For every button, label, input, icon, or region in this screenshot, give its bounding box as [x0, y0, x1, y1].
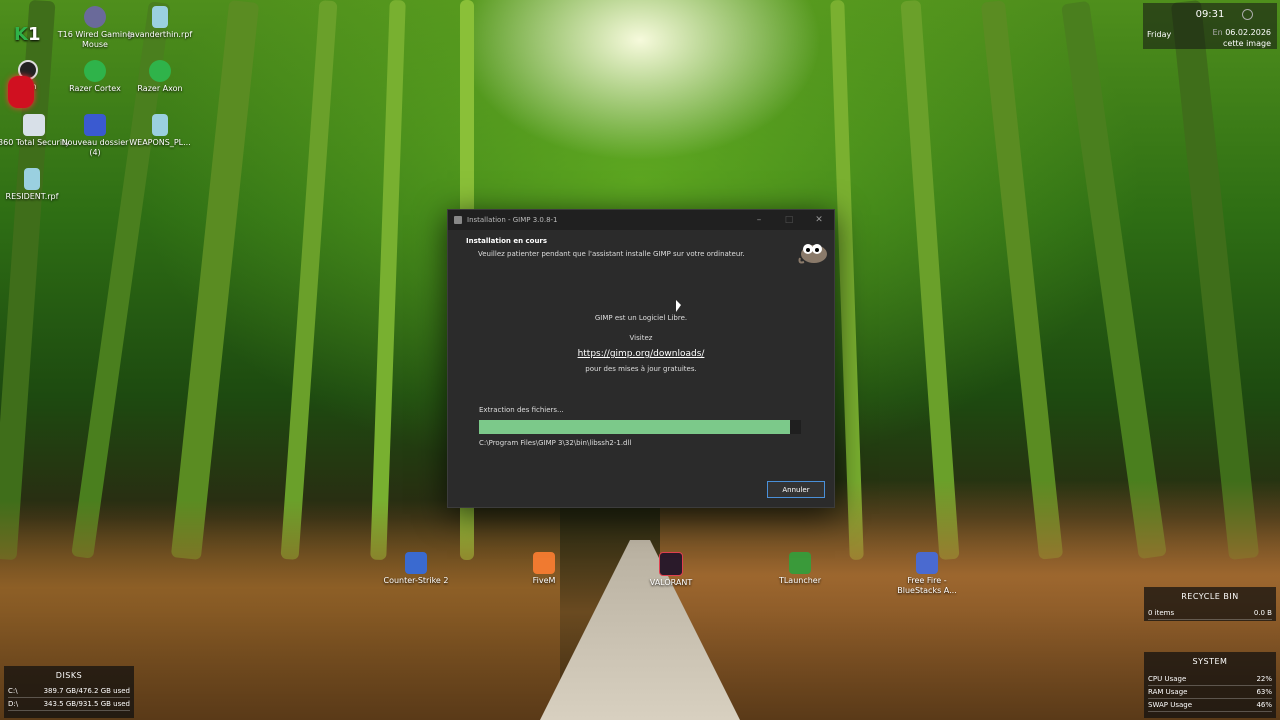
- installer-subheading: Veuillez patienter pendant que l'assista…: [478, 250, 745, 258]
- clock-date: 06.02.2026: [1225, 28, 1271, 37]
- gimp-downloads-link[interactable]: https://gimp.org/downloads/: [578, 349, 705, 359]
- visit-text: Visitez: [629, 334, 653, 342]
- installer-header: Installation en cours Veuillez patienter…: [448, 230, 834, 268]
- clock-date-block: En 06.02.2026 cette image: [1213, 27, 1271, 49]
- disks-widget: DISKS C:\ 389.7 GB/476.2 GB used D:\ 343…: [4, 666, 134, 718]
- mouse-app-icon: [84, 6, 106, 28]
- desktop-icon-lavanderthin[interactable]: lavanderthin.rpf: [120, 6, 200, 40]
- desktop-icon-counter-strike-2[interactable]: Counter-Strike 2: [376, 552, 456, 586]
- clock-day: Friday: [1147, 30, 1172, 39]
- system-widget: SYSTEM CPU Usage 22% RAM Usage 63% SWAP …: [1144, 652, 1276, 718]
- valorant-icon: [659, 552, 683, 576]
- file-icon: [152, 114, 168, 136]
- desktop-icon-weapons[interactable]: WEAPONS_PL...: [120, 114, 200, 148]
- installer-app-icon: [454, 216, 462, 224]
- tlauncher-icon: [789, 552, 811, 574]
- cs2-icon: [405, 552, 427, 574]
- desktop-icon-free-fire[interactable]: Free Fire - BlueStacks A...: [887, 552, 967, 596]
- cpu-usage-row: CPU Usage 22%: [1148, 673, 1272, 686]
- recycle-bin-row: 0 items 0.0 B: [1148, 607, 1272, 620]
- clock-subtitle: cette image: [1223, 39, 1271, 48]
- alarm-icon[interactable]: [1242, 9, 1253, 20]
- desktop-icon-razer-axon[interactable]: Razer Axon: [120, 60, 200, 94]
- free-software-text: GIMP est un Logiciel Libre.: [594, 314, 688, 322]
- progress-fill: [479, 420, 790, 434]
- recycle-bin-items: 0 items: [1148, 609, 1175, 617]
- window-title: Installation - GIMP 3.0.8-1: [467, 216, 558, 224]
- minimize-button[interactable]: –: [744, 210, 774, 230]
- recycle-bin-widget[interactable]: RECYCLE BIN 0 items 0.0 B: [1144, 587, 1276, 621]
- installation-progress-bar: [479, 420, 801, 434]
- current-file-path: C:\Program Files\GIMP 3\32\bin\libssh2-1…: [479, 439, 632, 447]
- recycle-bin-title: RECYCLE BIN: [1181, 592, 1239, 601]
- desktop-icon-tlauncher[interactable]: TLauncher: [760, 552, 840, 586]
- swap-usage-row: SWAP Usage 46%: [1148, 699, 1272, 712]
- clock-time: 09:31: [1195, 9, 1225, 20]
- installer-heading: Installation en cours: [466, 237, 548, 245]
- desktop-icon-fivem[interactable]: FiveM: [504, 552, 584, 586]
- fivem-icon: [533, 552, 555, 574]
- window-titlebar[interactable]: Installation - GIMP 3.0.8-1 – □ ✕: [448, 210, 834, 230]
- razer-cortex-icon: [84, 60, 106, 82]
- updates-text: pour des mises à jour gratuites.: [585, 365, 697, 373]
- ram-usage-row: RAM Usage 63%: [1148, 686, 1272, 699]
- app-icon-k1[interactable]: K1: [14, 24, 50, 48]
- razer-axon-icon: [149, 60, 171, 82]
- gimp-installer-window: Installation - GIMP 3.0.8-1 – □ ✕ Instal…: [447, 209, 835, 508]
- maximize-button[interactable]: □: [774, 210, 804, 230]
- mouse-cursor: [676, 300, 681, 312]
- gimp-mascot-icon: [798, 244, 827, 264]
- close-button[interactable]: ✕: [804, 210, 834, 230]
- desktop-icon-resident[interactable]: RESIDENT.rpf: [0, 168, 72, 202]
- recycle-bin-size: 0.0 B: [1253, 609, 1272, 617]
- disks-title: DISKS: [55, 671, 83, 680]
- file-icon: [24, 168, 40, 190]
- cancel-button[interactable]: Annuler: [767, 481, 825, 498]
- bluestacks-icon: [916, 552, 938, 574]
- status-text: Extraction des fichiers...: [479, 406, 564, 414]
- desktop-icon-valorant[interactable]: VALORANT: [631, 552, 711, 588]
- app-icon-red-capsule[interactable]: [8, 76, 34, 108]
- disk-c-row: C:\ 389.7 GB/476.2 GB used: [8, 685, 130, 698]
- clock-widget: 09:31 Friday En 06.02.2026 cette image: [1143, 3, 1277, 49]
- file-icon: [152, 6, 168, 28]
- system-title: SYSTEM: [1192, 657, 1228, 666]
- disk-d-row: D:\ 343.5 GB/931.5 GB used: [8, 698, 130, 711]
- gimp-downloads-link-wrap: https://gimp.org/downloads/: [448, 349, 834, 359]
- clock-date-prefix: En: [1212, 28, 1223, 37]
- shield-app-icon: [23, 114, 45, 136]
- folder-icon: [84, 114, 106, 136]
